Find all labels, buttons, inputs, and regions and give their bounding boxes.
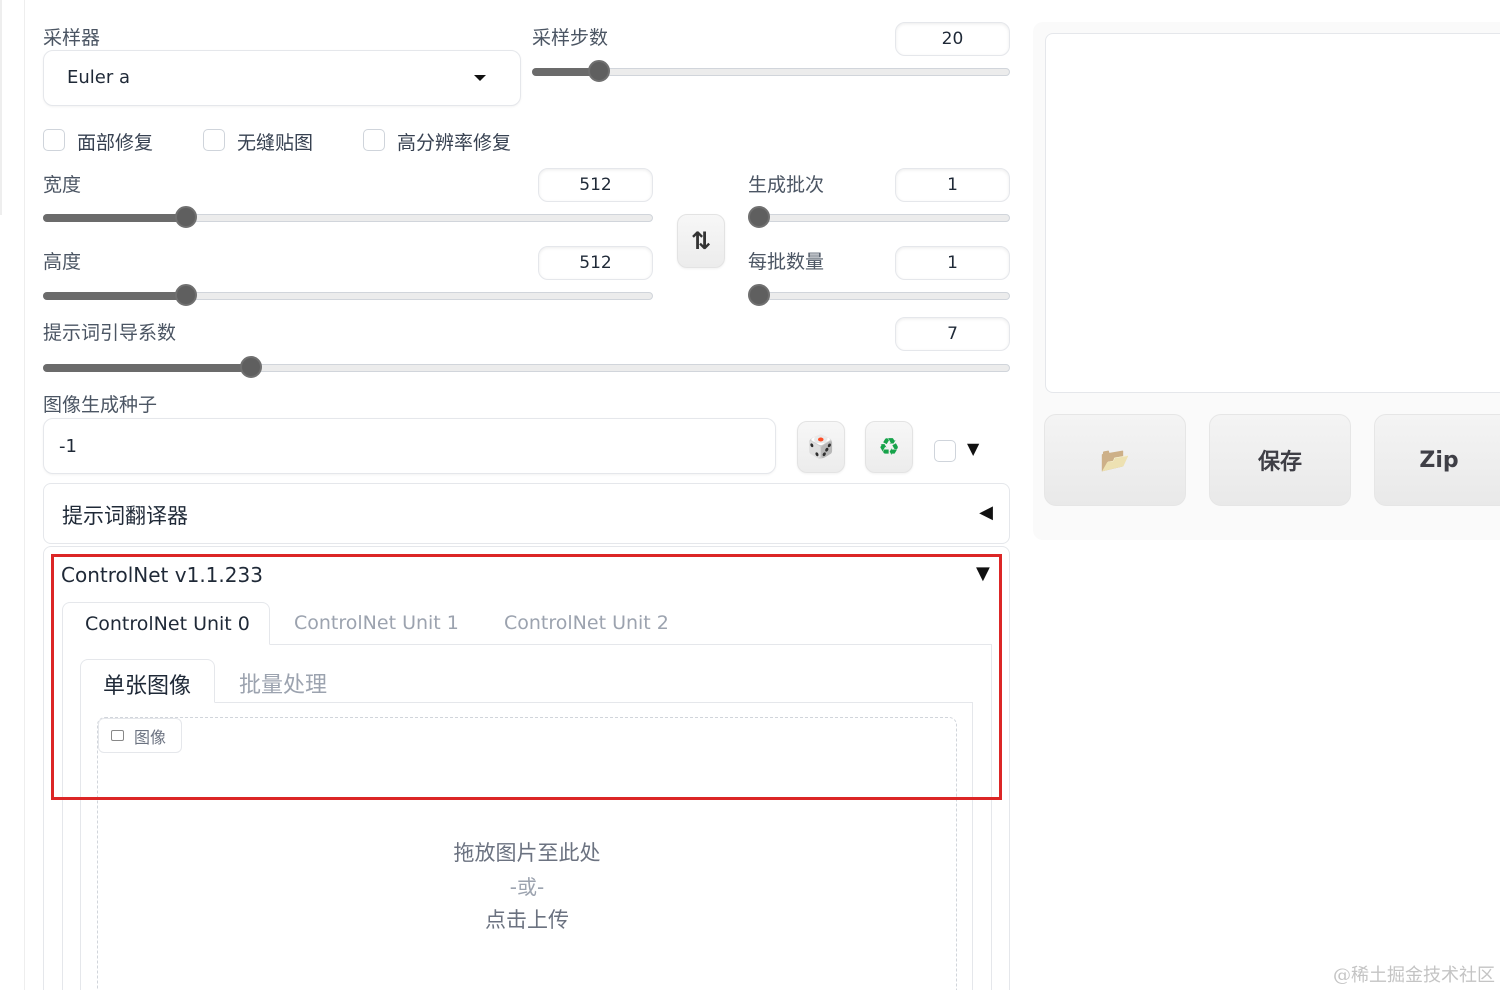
translator-accordion[interactable]: 提示词翻译器 ◀ <box>43 483 1010 544</box>
chevron-down-icon <box>474 75 486 81</box>
batch-size-label: 每批数量 <box>748 251 825 273</box>
swap-dimensions-button[interactable]: ⇅ <box>677 214 725 268</box>
reuse-seed-button[interactable]: ♻ <box>865 421 913 473</box>
sampler-value: Euler a <box>67 67 131 88</box>
cfg-scale-label: 提示词引导系数 <box>43 322 177 344</box>
slider-thumb[interactable] <box>175 206 198 228</box>
folder-icon: 📂 <box>1100 446 1130 474</box>
steps-label: 采样步数 <box>532 27 609 49</box>
height-slider[interactable] <box>43 284 653 306</box>
slider-fill <box>43 292 187 300</box>
face-restore-label: 面部修复 <box>77 132 154 154</box>
seed-input[interactable]: -1 <box>43 418 776 474</box>
batch-count-slider[interactable] <box>748 206 1010 228</box>
highlight-box <box>51 554 1002 800</box>
sampler-select[interactable]: Euler a <box>43 50 521 106</box>
or-text: -或- <box>509 875 545 899</box>
sampler-label: 采样器 <box>43 27 101 49</box>
extra-seed-toggle[interactable]: ▼ <box>967 439 979 458</box>
collapse-arrow-icon[interactable]: ◀ <box>979 502 993 523</box>
panel-edge <box>24 0 25 990</box>
dice-icon: 🎲 <box>807 434 835 460</box>
width-slider[interactable] <box>43 206 653 228</box>
slider-track <box>748 214 1010 222</box>
upload-text[interactable]: 点击上传 <box>97 904 957 934</box>
slider-thumb[interactable] <box>748 206 770 228</box>
batch-size-input[interactable]: 1 <box>895 246 1010 280</box>
height-label: 高度 <box>43 251 82 273</box>
save-button[interactable]: 保存 <box>1209 414 1351 506</box>
slider-thumb[interactable] <box>587 60 610 82</box>
translator-title: 提示词翻译器 <box>62 504 188 528</box>
drop-text: 拖放图片至此处 <box>453 841 601 865</box>
slider-track <box>748 292 1010 300</box>
height-input[interactable]: 512 <box>538 246 653 280</box>
face-restore-checkbox[interactable] <box>43 129 65 151</box>
slider-fill <box>43 214 187 222</box>
slider-fill <box>43 364 251 372</box>
tiling-label: 无缝贴图 <box>237 132 314 154</box>
watermark: @稀土掘金技术社区 <box>1333 965 1495 986</box>
slider-thumb[interactable] <box>239 356 262 378</box>
extra-seed-checkbox[interactable] <box>934 440 956 462</box>
tiling-checkbox[interactable] <box>203 129 225 151</box>
steps-input[interactable]: 20 <box>895 22 1010 56</box>
cfg-scale-slider[interactable] <box>43 356 1010 378</box>
cfg-scale-input[interactable]: 7 <box>895 317 1010 351</box>
open-folder-button[interactable]: 📂 <box>1044 414 1186 506</box>
hires-fix-checkbox[interactable] <box>363 129 385 151</box>
save-label: 保存 <box>1257 450 1302 475</box>
width-label: 宽度 <box>43 174 82 196</box>
left-edge <box>0 0 2 215</box>
zip-label: Zip <box>1419 447 1459 473</box>
width-input[interactable]: 512 <box>538 168 653 202</box>
seed-value: -1 <box>59 436 77 457</box>
batch-count-label: 生成批次 <box>748 174 825 196</box>
batch-size-slider[interactable] <box>748 284 1010 306</box>
slider-thumb[interactable] <box>175 284 198 306</box>
recycle-icon: ♻ <box>878 433 900 461</box>
seed-label: 图像生成种子 <box>43 394 158 416</box>
random-seed-button[interactable]: 🎲 <box>797 421 845 473</box>
batch-count-input[interactable]: 1 <box>895 168 1010 202</box>
swap-icon: ⇅ <box>690 227 712 255</box>
hires-fix-label: 高分辨率修复 <box>397 132 512 154</box>
zip-button[interactable]: Zip <box>1374 414 1500 506</box>
steps-slider[interactable] <box>532 60 1010 82</box>
output-gallery <box>1045 33 1500 393</box>
slider-thumb[interactable] <box>748 284 770 306</box>
